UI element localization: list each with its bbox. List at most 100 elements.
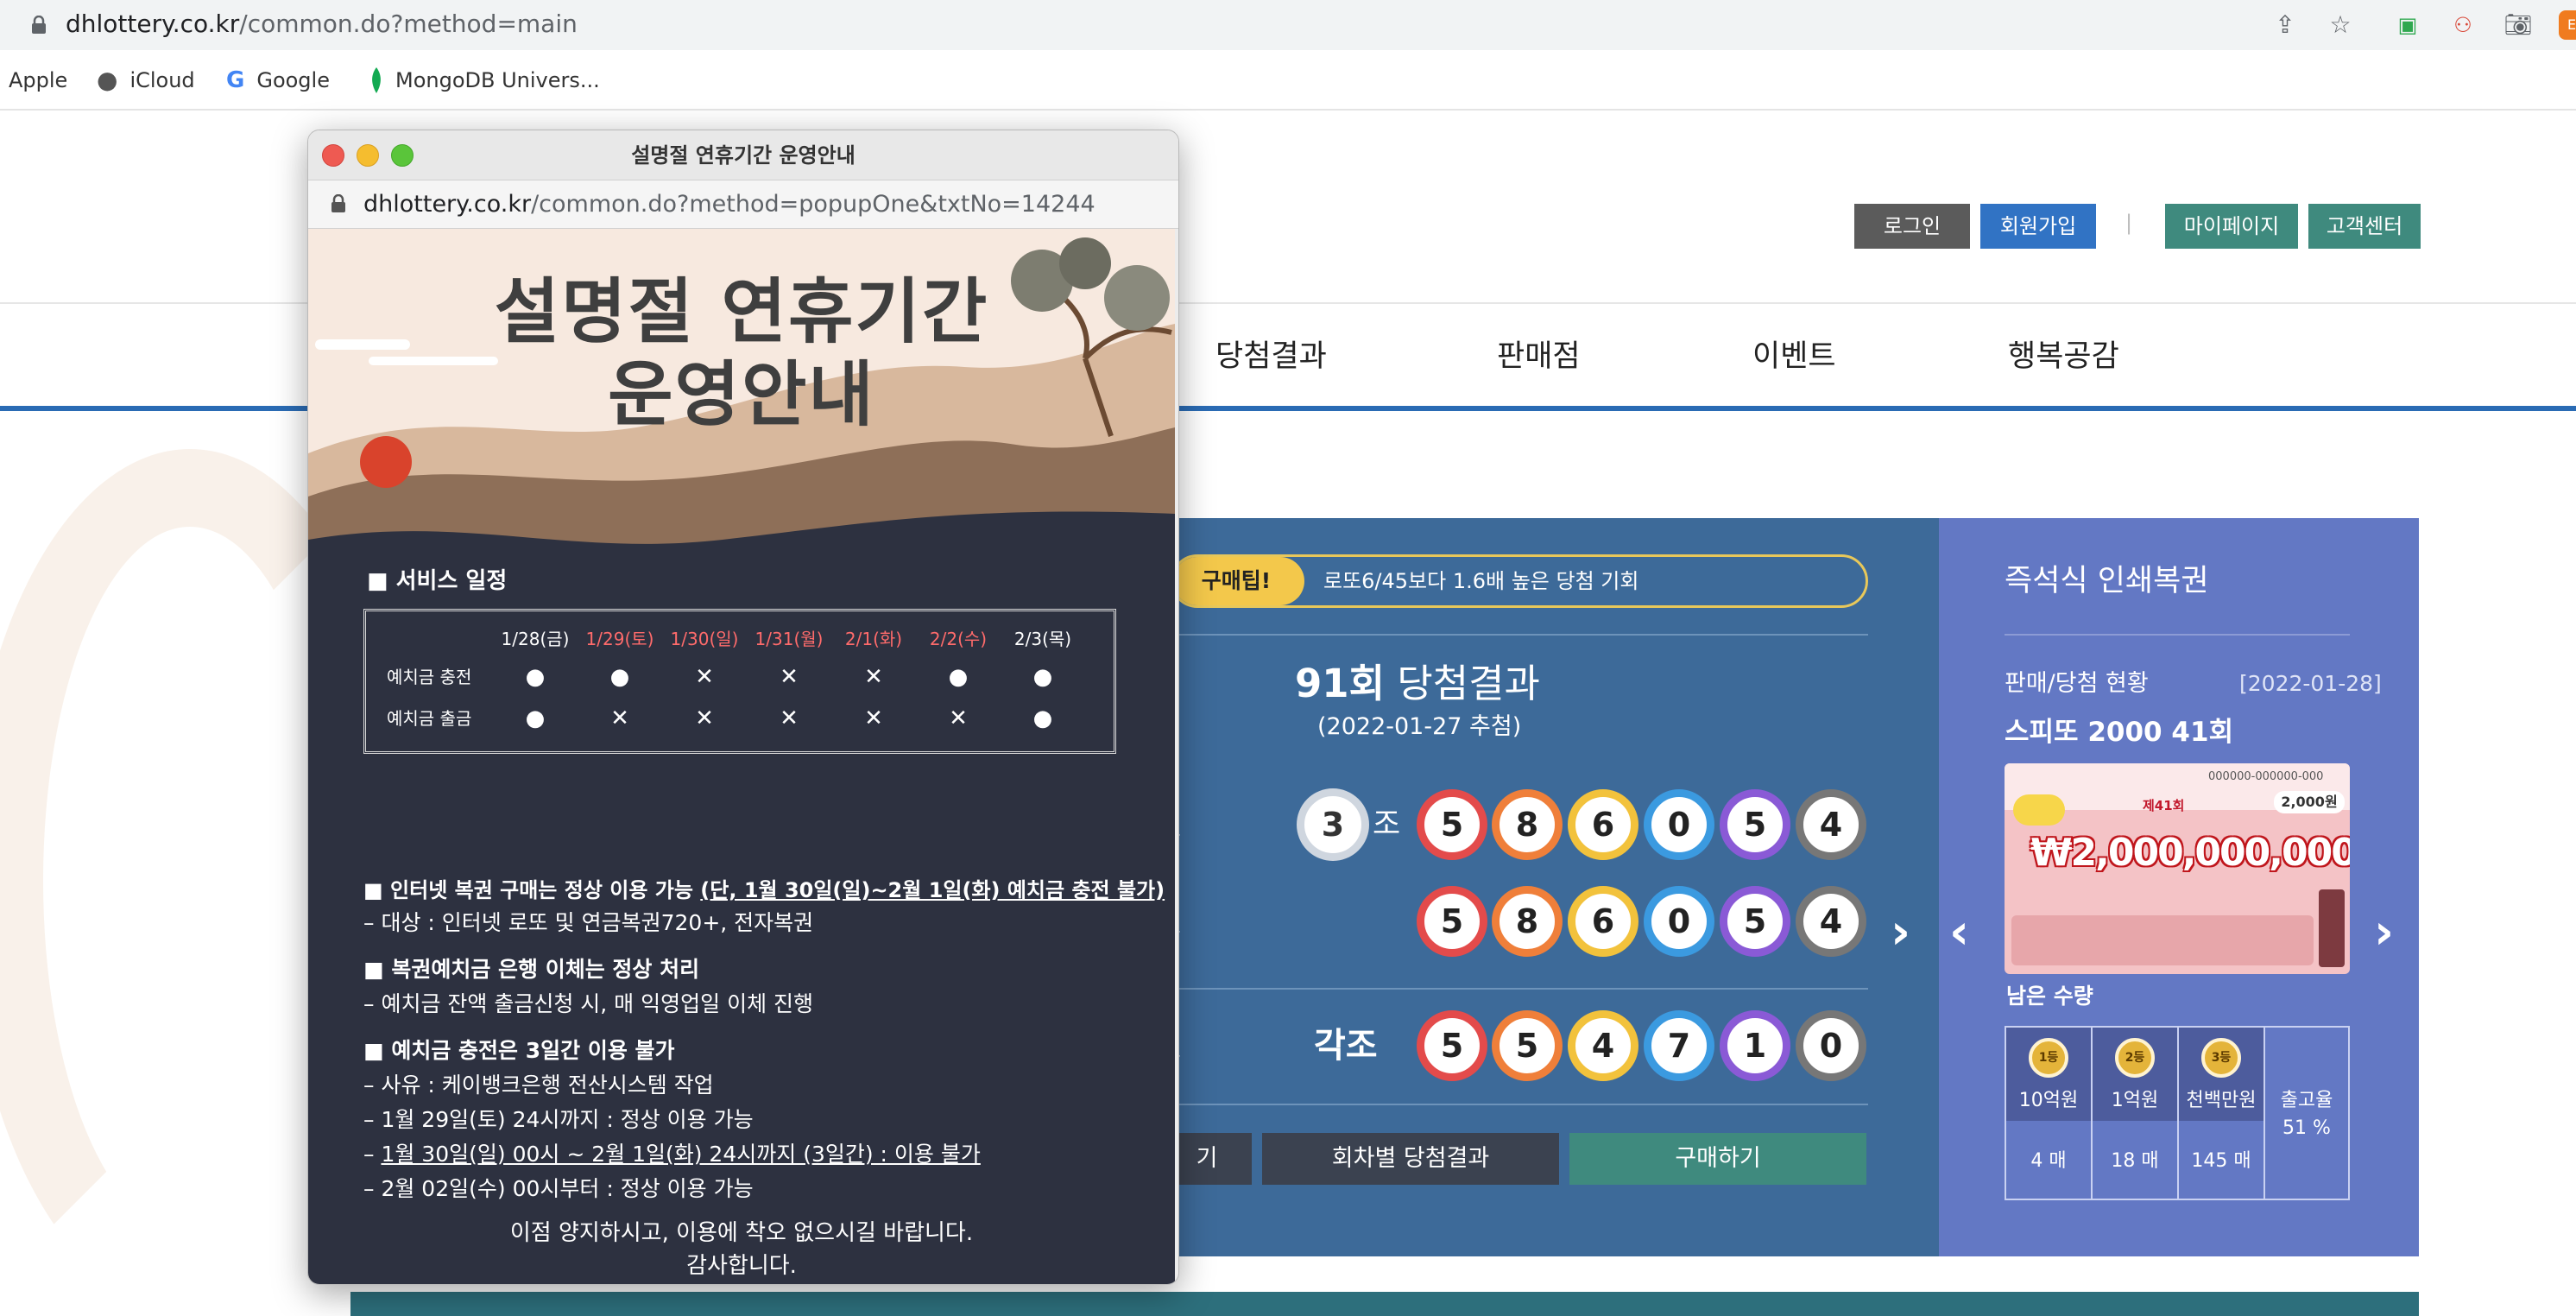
nav-retailers[interactable]: 판매점 (1497, 335, 1581, 378)
nav-winning-results[interactable]: 당첨결과 (1215, 335, 1327, 378)
notice-heading-line2: 운영안내 (608, 354, 875, 436)
closing-line1: 이점 양지하시고, 이용에 착오 없으시길 바랍니다. (509, 1220, 974, 1246)
status-date: [2022-01-28] (2239, 671, 2382, 696)
draw-date: (2022-01-27 추첨) (1317, 713, 1522, 740)
ticket-side-box (2319, 889, 2345, 967)
shipment-rate: 51 % (2282, 1117, 2331, 1139)
remaining-table: 1등 10억원 4 매 2등 1억원 18 매 3등 천백만원 145 매 출고… (2005, 1026, 2350, 1200)
bookmark-google[interactable]: G Google (226, 66, 330, 95)
nav-happiness[interactable]: 행복공감 (2008, 335, 2119, 378)
header-divider: | (2125, 211, 2133, 235)
shipment-column: 출고율 51 % (2265, 1028, 2348, 1199)
prize-count: 18 매 (2111, 1150, 2159, 1172)
number-ball: 7 (1644, 1010, 1714, 1081)
schedule-mark: ● (609, 664, 630, 690)
number-ball: 5 (1417, 789, 1487, 860)
divider (2005, 634, 2350, 636)
instant-title: 즉석식 인쇄복권 (2005, 564, 2209, 598)
camera-icon[interactable]: 📷︎ (2503, 10, 2533, 40)
round-results-button[interactable]: 회차별 당첨결과 (1262, 1133, 1559, 1185)
number-ball: 8 (1492, 886, 1563, 957)
schedule-mark: ● (1032, 705, 1053, 731)
ticket-prize-amount: ₩2,000,000,000 (2030, 831, 2350, 875)
apple-logo-icon: ● (97, 66, 118, 94)
ticket-image[interactable]: 000000-000000-000 2,000원 제41회 ₩2,000,000… (2005, 763, 2350, 974)
remaining-label: 남은 수량 (2006, 984, 2093, 1009)
prize-header: 1등 10억원 (2006, 1028, 2091, 1121)
login-button[interactable]: 로그인 (1854, 204, 1970, 249)
schedule-mark: ✕ (864, 705, 883, 731)
number-ball: 5 (1417, 1010, 1487, 1081)
address-url[interactable]: dhlottery.co.kr/common.do?method=main (66, 9, 578, 40)
ticket-logo (2013, 794, 2065, 826)
extension-network-icon[interactable]: ⚇ (2448, 10, 2478, 40)
nav-events[interactable]: 이벤트 (1752, 335, 1836, 378)
next-arrow-icon[interactable]: › (1891, 907, 1910, 959)
prev-arrow-icon[interactable]: ‹ (1949, 907, 1969, 959)
notice-popup-window: 설명절 연휴기간 운영안내 dhlottery.co.kr/common.do?… (307, 130, 1179, 1285)
extension-screen-icon[interactable]: ▣ (2393, 10, 2422, 40)
jo-label: 조 (1373, 807, 1401, 842)
signup-button[interactable]: 회원가입 (1980, 204, 2096, 249)
number-ball: 5 (1720, 789, 1790, 860)
schedule-table: 1/28(금) 1/29(토) 1/30(일) 1/31(월) 2/1(화) 2… (363, 609, 1116, 754)
bookmark-icloud[interactable]: ● iCloud (97, 66, 195, 95)
bookmark-mongodb[interactable]: MongoDB Univers... (369, 66, 600, 95)
number-ball: 4 (1796, 789, 1866, 860)
url-path: /common.do?method=main (239, 9, 578, 38)
medal-icon: 3등 (2201, 1038, 2241, 1078)
notice1-title: ■ 인터넷 복권 구매는 정상 이용 가능 (단, 1월 30일(일)~2월 1… (363, 875, 1165, 906)
schedule-date: 2/1(화) (844, 629, 903, 649)
bookmark-star-icon[interactable]: ☆ (2326, 10, 2355, 40)
schedule-mark: ● (1032, 664, 1053, 690)
notice3-sub4: – 2월 02일(수) 00시부터 : 정상 이용 가능 (363, 1176, 754, 1201)
next-arrow-icon[interactable]: › (2374, 907, 2394, 959)
mypage-button[interactable]: 마이페이지 (2165, 204, 2298, 249)
purchase-tip-banner[interactable]: 구매팁! 로또6/45보다 1.6배 높은 당첨 기회 (1171, 554, 1868, 608)
round-title: 91회 당첨결과 (1295, 658, 1540, 710)
schedule-mark: ✕ (780, 664, 799, 690)
ticket-code: 000000-000000-000 (2208, 770, 2324, 783)
schedule-mark: ● (525, 705, 546, 731)
schedule-row-label: 예치금 충전 (387, 667, 472, 687)
schedule-date: 1/31(월) (754, 629, 824, 649)
notice3-sub2: – 1월 29일(토) 24시까지 : 정상 이용 가능 (363, 1107, 754, 1132)
notice1-underline: (단, 1월 30일(일)~2월 1일(화) 예치금 충전 불가) (700, 878, 1165, 902)
number-ball: 5 (1417, 886, 1487, 957)
number-ball: 4 (1796, 886, 1866, 957)
medal-icon: 1등 (2029, 1038, 2068, 1078)
profile-avatar-icon[interactable]: E (2559, 10, 2576, 40)
bookmark-label: Google (256, 68, 330, 92)
popup-url[interactable]: dhlottery.co.kr/common.do?method=popupOn… (363, 180, 1095, 229)
schedule-date: 1/30(일) (670, 629, 739, 649)
bookmark-apple[interactable]: Apple (9, 66, 67, 95)
customer-center-button[interactable]: 고객센터 (2308, 204, 2421, 249)
prize-column: 1등 10억원 4 매 (2006, 1028, 2093, 1199)
service-schedule-heading: ■ 서비스 일정 (367, 568, 508, 594)
popup-titlebar[interactable]: 설명절 연휴기간 운영안내 (308, 130, 1178, 180)
schedule-mark: ✕ (695, 664, 714, 690)
share-icon[interactable]: ⇪ (2270, 10, 2300, 40)
prize-header: 2등 1억원 (2093, 1028, 2177, 1121)
footer-banner-strip (350, 1292, 2419, 1316)
number-ball: 8 (1492, 789, 1563, 860)
popup-address-bar[interactable]: dhlottery.co.kr/common.do?method=popupOn… (308, 180, 1178, 229)
schedule-mark: ✕ (780, 705, 799, 731)
round-suffix: 당첨결과 (1397, 661, 1540, 706)
notice3-sub3-text: 1월 30일(일) 00시 ~ 2월 1일(화) 24시까지 (3일간) : 이… (381, 1142, 981, 1167)
buy-button[interactable]: 구매하기 (1569, 1133, 1866, 1185)
ticket-price: 2,000원 (2274, 791, 2345, 813)
schedule-date: 1/29(토) (585, 629, 654, 649)
medal-icon: 2등 (2115, 1038, 2155, 1078)
browser-address-bar[interactable]: dhlottery.co.kr/common.do?method=main ⇪ … (0, 0, 2576, 50)
instant-game-name[interactable]: 스피또 2000 41회 (2005, 713, 2233, 751)
sales-status-label: 판매/당첨 현황 (2005, 670, 2149, 697)
bookmark-label: MongoDB Univers... (395, 68, 600, 92)
schedule-row-label: 예치금 출금 (387, 708, 472, 729)
notice2-title: ■ 복권예치금 은행 이체는 정상 처리 (363, 957, 700, 982)
number-ball: 6 (1568, 886, 1638, 957)
notice1-text: ■ 인터넷 복권 구매는 정상 이용 가능 (363, 878, 693, 902)
round-number: 91회 (1295, 661, 1386, 706)
closing-line2: 감사합니다. (686, 1253, 797, 1279)
prize-column: 3등 천백만원 145 매 (2179, 1028, 2265, 1199)
